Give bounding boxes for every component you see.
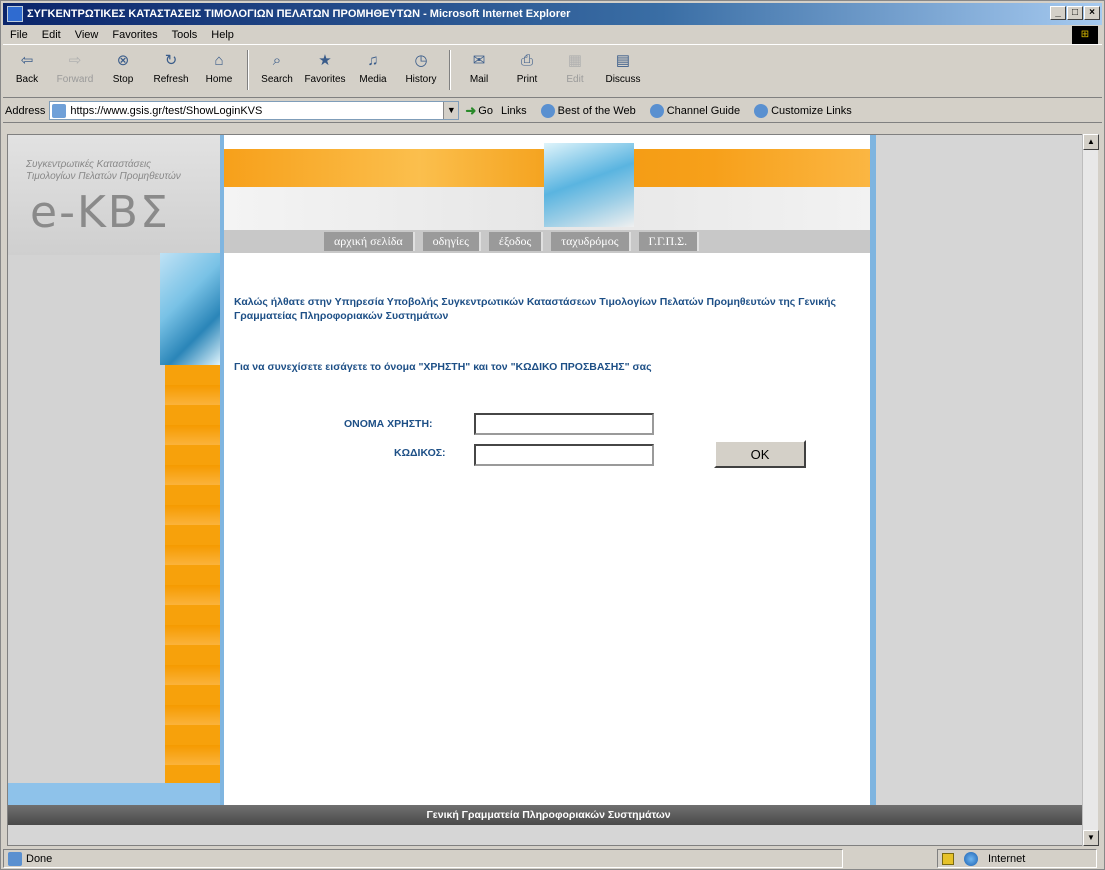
forward-button[interactable]: ⇨ Forward <box>51 50 99 85</box>
link-icon <box>649 103 664 118</box>
ekbs-logo: e-ΚΒΣ <box>30 187 170 238</box>
toolbar-separator <box>449 50 451 90</box>
nav-bar: αρχική σελίδα οδηγίες έξοδος ταχυδρόμος … <box>224 230 876 253</box>
page-viewport: Συγκεντρωτικές Καταστάσεις Τιμολογίων Πε… <box>7 134 1088 846</box>
page-done-icon <box>8 851 22 866</box>
status-text-panel: Done <box>3 849 843 868</box>
window-controls: _ □ × <box>1050 6 1100 20</box>
header-image <box>544 143 634 227</box>
link-icon <box>754 103 769 118</box>
history-button[interactable]: ◷ History <box>397 50 445 85</box>
print-button[interactable]: ⎙ Print <box>503 50 551 86</box>
vertical-scrollbar[interactable]: ▲ ▼ <box>1082 134 1099 846</box>
media-button[interactable]: ♫ Media <box>349 50 397 86</box>
nav-mail[interactable]: ταχυδρόμος <box>551 232 631 251</box>
decorative-orange-block <box>165 365 220 785</box>
mail-button[interactable]: ✉ Mail <box>455 50 503 85</box>
close-button[interactable]: × <box>1084 6 1100 20</box>
history-icon: ◷ <box>414 52 428 69</box>
home-button[interactable]: ⌂ Home <box>195 50 243 86</box>
menu-bar: File Edit View Favorites Tools Help ⊞ <box>3 25 1102 45</box>
link-best-of-web[interactable]: Best of the Web <box>540 103 636 118</box>
security-zone-panel: Internet <box>937 849 1097 868</box>
discuss-button[interactable]: ▤ Discuss <box>599 50 647 85</box>
window-title: ΣΥΓΚΕΝΤΡΩΤΙΚΕΣ ΚΑΤΑΣΤΑΣΕΙΣ ΤΙΜΟΛΟΓΙΩΝ ΠΕ… <box>27 8 571 20</box>
favorites-button[interactable]: ★ Favorites <box>301 50 349 85</box>
logo-subtitle: Συγκεντρωτικές Καταστάσεις Τιμολογίων Πε… <box>26 159 181 182</box>
nav-ggps[interactable]: Γ.Γ.Π.Σ. <box>638 232 700 251</box>
nav-instructions[interactable]: οδηγίες <box>422 232 481 251</box>
link-channel-guide[interactable]: Channel Guide <box>649 103 740 118</box>
minimize-button[interactable]: _ <box>1050 6 1066 20</box>
instruction-text: Για να συνεχίσετε εισάγετε το όνομα "ΧΡΗ… <box>234 361 652 373</box>
edit-icon: ▦ <box>567 52 583 69</box>
print-icon: ⎙ <box>520 51 533 69</box>
menu-view[interactable]: View <box>68 29 106 41</box>
menu-file[interactable]: File <box>3 29 35 41</box>
decorative-bottom-strip <box>8 783 220 805</box>
stop-icon: ⊗ <box>116 52 130 69</box>
maximize-button[interactable]: □ <box>1067 6 1083 20</box>
menu-favorites[interactable]: Favorites <box>105 29 164 41</box>
stop-button[interactable]: ⊗ Stop <box>99 50 147 85</box>
forward-arrow-icon: ⇨ <box>68 52 82 69</box>
password-label: ΚΩΔΙΚΟΣ: <box>394 447 446 459</box>
welcome-text: Καλώς ήλθατε στην Υπηρεσία Υποβολής Συγκ… <box>234 296 836 322</box>
zone-text: Internet <box>988 852 1026 865</box>
menu-help[interactable]: Help <box>204 29 241 41</box>
discuss-icon: ▤ <box>615 52 631 69</box>
page-icon <box>52 103 67 118</box>
ok-button[interactable]: OK <box>714 440 806 468</box>
go-arrow-icon: ➜ <box>465 102 477 118</box>
refresh-icon: ↻ <box>164 52 178 69</box>
link-customize-links[interactable]: Customize Links <box>754 103 852 118</box>
address-dropdown-icon[interactable]: ▼ <box>443 102 459 119</box>
main-panel: αρχική σελίδα οδηγίες έξοδος ταχυδρόμος … <box>224 135 876 805</box>
media-icon: ♫ <box>367 51 379 69</box>
menu-edit[interactable]: Edit <box>35 29 68 41</box>
refresh-button[interactable]: ↻ Refresh <box>147 50 195 85</box>
page-footer: Γενική Γραμματεία Πληροφοριακών Συστημάτ… <box>8 805 1087 825</box>
mail-icon: ✉ <box>472 52 486 69</box>
search-button[interactable]: ⌕ Search <box>253 50 301 86</box>
go-button[interactable]: ➜ Go <box>465 103 493 119</box>
link-icon <box>540 103 555 118</box>
internet-zone-icon <box>964 851 978 866</box>
decorative-blue-block <box>160 253 220 365</box>
title-bar: ΣΥΓΚΕΝΤΡΩΤΙΚΕΣ ΚΑΤΑΣΤΑΣΕΙΣ ΤΙΜΟΛΟΓΙΩΝ ΠΕ… <box>3 3 1102 25</box>
links-bar: Links Best of the Web Channel Guide Cust… <box>500 103 852 118</box>
address-url[interactable]: https://www.gsis.gr/test/ShowLoginKVS <box>70 105 262 117</box>
edit-button[interactable]: ▦ Edit <box>551 50 599 85</box>
address-label: Address <box>5 104 46 117</box>
password-input[interactable] <box>474 444 654 466</box>
browser-window: ΣΥΓΚΕΝΤΡΩΤΙΚΕΣ ΚΑΤΑΣΤΑΣΕΙΣ ΤΙΜΟΛΟΓΙΩΝ ΠΕ… <box>0 0 1105 870</box>
right-column <box>876 135 1087 805</box>
nav-exit[interactable]: έξοδος <box>488 232 544 251</box>
scroll-up-icon[interactable]: ▲ <box>1083 134 1099 150</box>
status-text: Done <box>26 852 53 865</box>
scroll-down-icon[interactable]: ▼ <box>1083 830 1099 846</box>
search-icon: ⌕ <box>272 51 282 69</box>
address-bar: Address https://www.gsis.gr/test/ShowLog… <box>3 99 1102 123</box>
nav-home[interactable]: αρχική σελίδα <box>324 232 415 251</box>
username-label: ΟΝΟΜΑ ΧΡΗΣΤΗ: <box>344 418 433 430</box>
back-button[interactable]: ⇦ Back <box>3 50 51 85</box>
windows-logo-icon: ⊞ <box>1072 26 1098 44</box>
username-input[interactable] <box>474 413 654 435</box>
favorites-icon: ★ <box>318 52 332 69</box>
address-input[interactable]: https://www.gsis.gr/test/ShowLoginKVS ▼ <box>49 101 460 120</box>
back-arrow-icon: ⇦ <box>20 52 34 69</box>
status-bar: Done Internet <box>3 848 1102 869</box>
menu-tools[interactable]: Tools <box>165 29 205 41</box>
left-column: Συγκεντρωτικές Καταστάσεις Τιμολογίων Πε… <box>8 135 220 805</box>
toolbar-separator <box>247 50 249 90</box>
lock-icon <box>942 852 954 865</box>
home-icon: ⌂ <box>214 51 224 69</box>
standard-toolbar: ⇦ Back ⇨ Forward ⊗ Stop ↻ Refresh ⌂ Home ⌕ Sea… <box>3 46 1102 98</box>
links-label: Links <box>500 104 527 117</box>
ie-icon <box>7 6 23 22</box>
